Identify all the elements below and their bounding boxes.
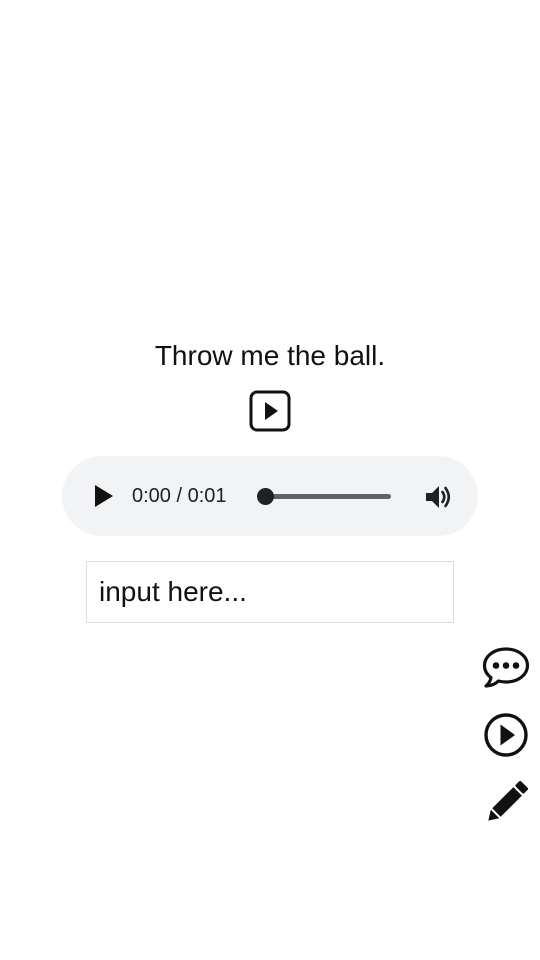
audio-time-display: 0:00 / 0:01 bbox=[132, 485, 227, 507]
play-circle-icon bbox=[484, 713, 528, 757]
sentence-play-button[interactable] bbox=[249, 390, 291, 432]
sentence-text: Throw me the ball. bbox=[154, 340, 386, 371]
audio-volume-button[interactable] bbox=[422, 481, 454, 513]
volume-icon bbox=[426, 486, 451, 508]
answer-input[interactable] bbox=[86, 561, 454, 623]
audio-player: 0:00 / 0:01 bbox=[62, 456, 478, 536]
audio-play-button[interactable] bbox=[90, 482, 118, 510]
speech-bubble-icon bbox=[482, 647, 530, 688]
play-button[interactable] bbox=[481, 710, 531, 760]
edit-button[interactable] bbox=[481, 778, 531, 828]
audio-seek-thumb[interactable] bbox=[257, 488, 274, 505]
play-square-icon bbox=[249, 390, 291, 432]
audio-seek-slider[interactable] bbox=[257, 488, 391, 505]
play-icon bbox=[95, 485, 113, 507]
comment-button[interactable] bbox=[481, 642, 531, 692]
pencil-icon bbox=[488, 780, 529, 821]
